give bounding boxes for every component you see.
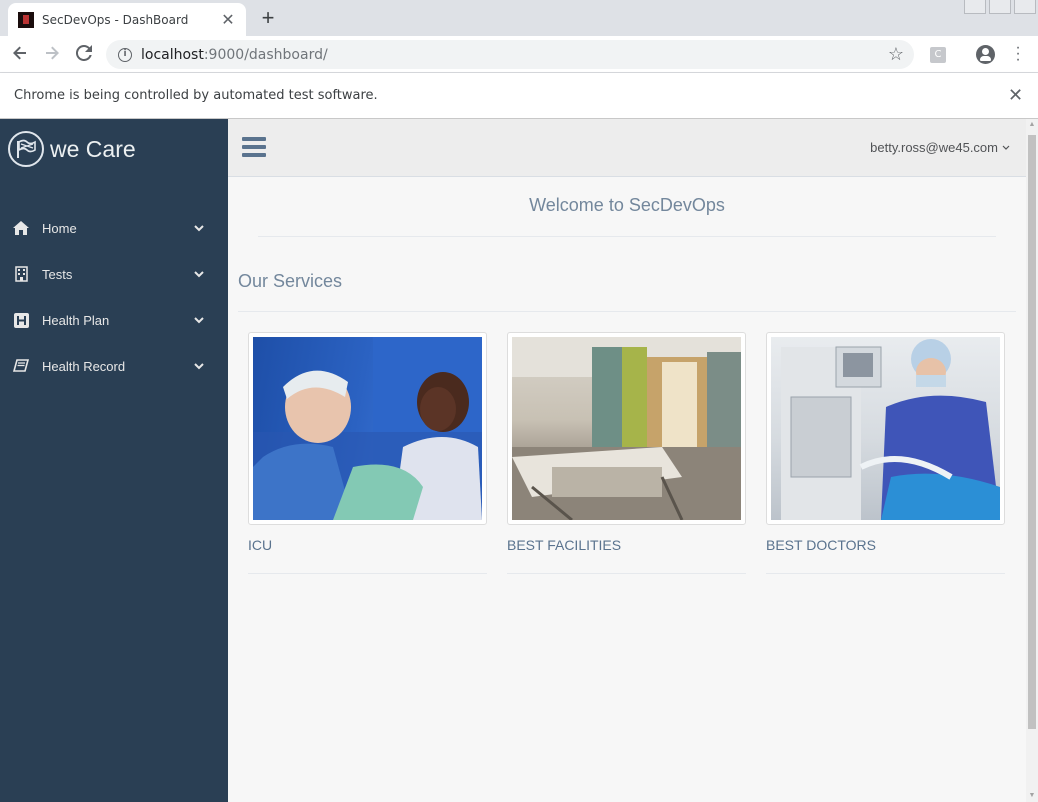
browser-tab[interactable]: SecDevOps - DashBoard ✕ <box>8 3 246 36</box>
scroll-down-icon[interactable]: ▼ <box>1026 790 1038 802</box>
doctors-photo <box>771 337 1000 520</box>
tab-close-icon[interactable]: ✕ <box>220 10 236 30</box>
chevron-down-icon <box>194 222 206 234</box>
window-controls <box>964 0 1036 14</box>
scroll-thumb[interactable] <box>1028 135 1036 729</box>
service-thumbnail[interactable] <box>248 332 487 525</box>
back-arrow-icon <box>13 46 26 60</box>
page-scrollbar[interactable]: ▲ ▼ <box>1026 119 1038 802</box>
site-info-icon[interactable]: i <box>118 47 132 62</box>
extension-icon[interactable]: C <box>930 47 946 63</box>
new-tab-button[interactable]: + <box>258 6 278 30</box>
favicon-icon <box>18 11 34 28</box>
brand[interactable]: we Care <box>8 131 136 167</box>
service-caption[interactable]: BEST FACILITIES <box>507 537 746 553</box>
browser-toolbar: i localhost:9000/dashboard/ ☆ C · · · <box>0 36 1038 73</box>
divider <box>766 573 1005 574</box>
sidebar-item-tests[interactable]: Tests <box>0 251 228 297</box>
hospital-h-icon <box>13 312 29 328</box>
sidebar-item-health-record[interactable]: Health Record <box>0 343 228 389</box>
divider <box>248 573 487 574</box>
side-menu: Home Tests Health Plan Health Record <box>0 205 228 389</box>
chevron-down-icon <box>194 360 206 372</box>
address-bar[interactable]: i localhost:9000/dashboard/ ☆ <box>106 40 914 69</box>
forward-arrow-icon <box>46 46 59 60</box>
facilities-photo <box>512 337 741 520</box>
maximize-button[interactable] <box>989 0 1011 14</box>
reload-button[interactable] <box>72 43 96 67</box>
service-card-doctors[interactable]: BEST DOCTORS <box>766 332 1005 574</box>
sidebar-item-health-plan[interactable]: Health Plan <box>0 297 228 343</box>
top-navigation: betty.ross@we45.com <box>228 119 1026 177</box>
infobar-message: Chrome is being controlled by automated … <box>14 88 378 103</box>
brand-name: we Care <box>50 135 136 162</box>
flag-icon <box>8 131 44 167</box>
service-caption[interactable]: BEST DOCTORS <box>766 537 1005 553</box>
user-email: betty.ross@we45.com <box>870 140 998 155</box>
page-title: Welcome to SecDevOps <box>529 195 725 215</box>
sidebar-item-label: Home <box>42 220 77 236</box>
back-button[interactable] <box>8 43 32 67</box>
browser-menu-icon[interactable]: · · · <box>1012 40 1024 68</box>
url-text: localhost:9000/dashboard/ <box>141 46 328 63</box>
divider <box>258 236 996 237</box>
automation-infobar: Chrome is being controlled by automated … <box>0 73 1038 119</box>
page-viewport: we Care Home Tests Health Plan Health Re… <box>0 119 1038 802</box>
forward-button[interactable] <box>40 43 64 67</box>
menu-toggle-icon[interactable] <box>242 137 266 158</box>
tab-strip: SecDevOps - DashBoard ✕ + <box>0 0 1038 36</box>
sidebar-item-home[interactable]: Home <box>0 205 228 251</box>
user-menu[interactable]: betty.ross@we45.com <box>870 140 1010 155</box>
sidebar-item-label: Health Record <box>42 358 126 374</box>
divider <box>507 573 746 574</box>
section-title: Our Services <box>238 271 343 291</box>
main-content: betty.ross@we45.com Welcome to SecDevOps… <box>228 119 1026 802</box>
tab-title: SecDevOps - DashBoard <box>42 12 189 27</box>
account-icon[interactable] <box>976 45 995 64</box>
reload-icon <box>75 44 92 61</box>
bookmark-star-icon[interactable]: ☆ <box>888 44 904 65</box>
sidebar-item-label: Tests <box>42 266 73 282</box>
sidebar-item-label: Health Plan <box>42 312 110 328</box>
scroll-up-icon[interactable]: ▲ <box>1026 119 1038 131</box>
building-icon <box>13 266 29 282</box>
divider <box>238 311 1016 312</box>
chevron-down-icon <box>194 268 206 280</box>
minimize-button[interactable] <box>964 0 986 14</box>
infobar-close-icon[interactable]: ✕ <box>1008 85 1023 106</box>
service-caption[interactable]: ICU <box>248 537 487 553</box>
home-icon <box>13 220 29 236</box>
sidebar: we Care Home Tests Health Plan Health Re… <box>0 119 228 802</box>
service-card-facilities[interactable]: BEST FACILITIES <box>507 332 746 574</box>
service-thumbnail[interactable] <box>507 332 746 525</box>
chevron-down-icon <box>194 314 206 326</box>
chevron-down-icon <box>1002 145 1010 150</box>
service-card-icu[interactable]: ICU <box>248 332 487 574</box>
close-window-button[interactable] <box>1014 0 1036 14</box>
book-icon <box>13 358 29 374</box>
icu-photo <box>253 337 482 520</box>
service-thumbnail[interactable] <box>766 332 1005 525</box>
